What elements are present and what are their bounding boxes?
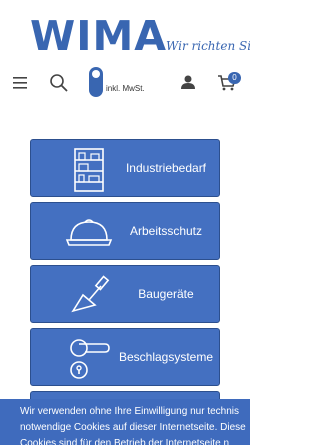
vat-toggle-switch[interactable]: [89, 67, 103, 97]
cookie-text-line: Wir verwenden ohne Ihre Einwilligung nur…: [20, 406, 240, 417]
toggle-knob: [92, 70, 100, 78]
door-handle-icon: [70, 339, 110, 379]
cookie-text-line: notwendige Cookies auf dieser Internetse…: [20, 422, 246, 433]
wima-logo[interactable]: WIMA: [30, 14, 167, 58]
cart-count-badge: 0: [228, 72, 241, 84]
trowel-icon: [71, 275, 110, 313]
slogan: Wir richten Sie e: [166, 39, 250, 53]
toolbar: inkl. MwSt. 0: [0, 65, 250, 101]
cookie-text-line: Cookies sind für den Betrieb der Interne…: [20, 438, 230, 445]
category-label: Arbeitsschutz: [129, 224, 203, 238]
cookie-banner: Wir verwenden ohne Ihre Einwilligung nur…: [0, 399, 250, 445]
category-label: Industriebedarf: [125, 161, 207, 175]
category-label: Baugeräte: [138, 287, 194, 301]
header-logo-row: WIMA Wir richten Sie e: [0, 0, 250, 62]
vat-label: inkl. MwSt.: [106, 84, 145, 93]
shelf-icon: [74, 148, 104, 192]
hard-hat-icon: [65, 219, 113, 246]
category-industriebedarf[interactable]: Industriebedarf: [30, 139, 220, 197]
category-baugeraete[interactable]: Baugeräte: [30, 265, 220, 323]
user-icon[interactable]: [178, 72, 198, 92]
category-label: Beschlagsysteme: [118, 350, 214, 364]
category-beschlagsysteme[interactable]: Beschlagsysteme: [30, 328, 220, 386]
hamburger-menu-icon[interactable]: [10, 73, 30, 93]
search-icon[interactable]: [47, 71, 71, 95]
category-arbeitsschutz[interactable]: Arbeitsschutz: [30, 202, 220, 260]
